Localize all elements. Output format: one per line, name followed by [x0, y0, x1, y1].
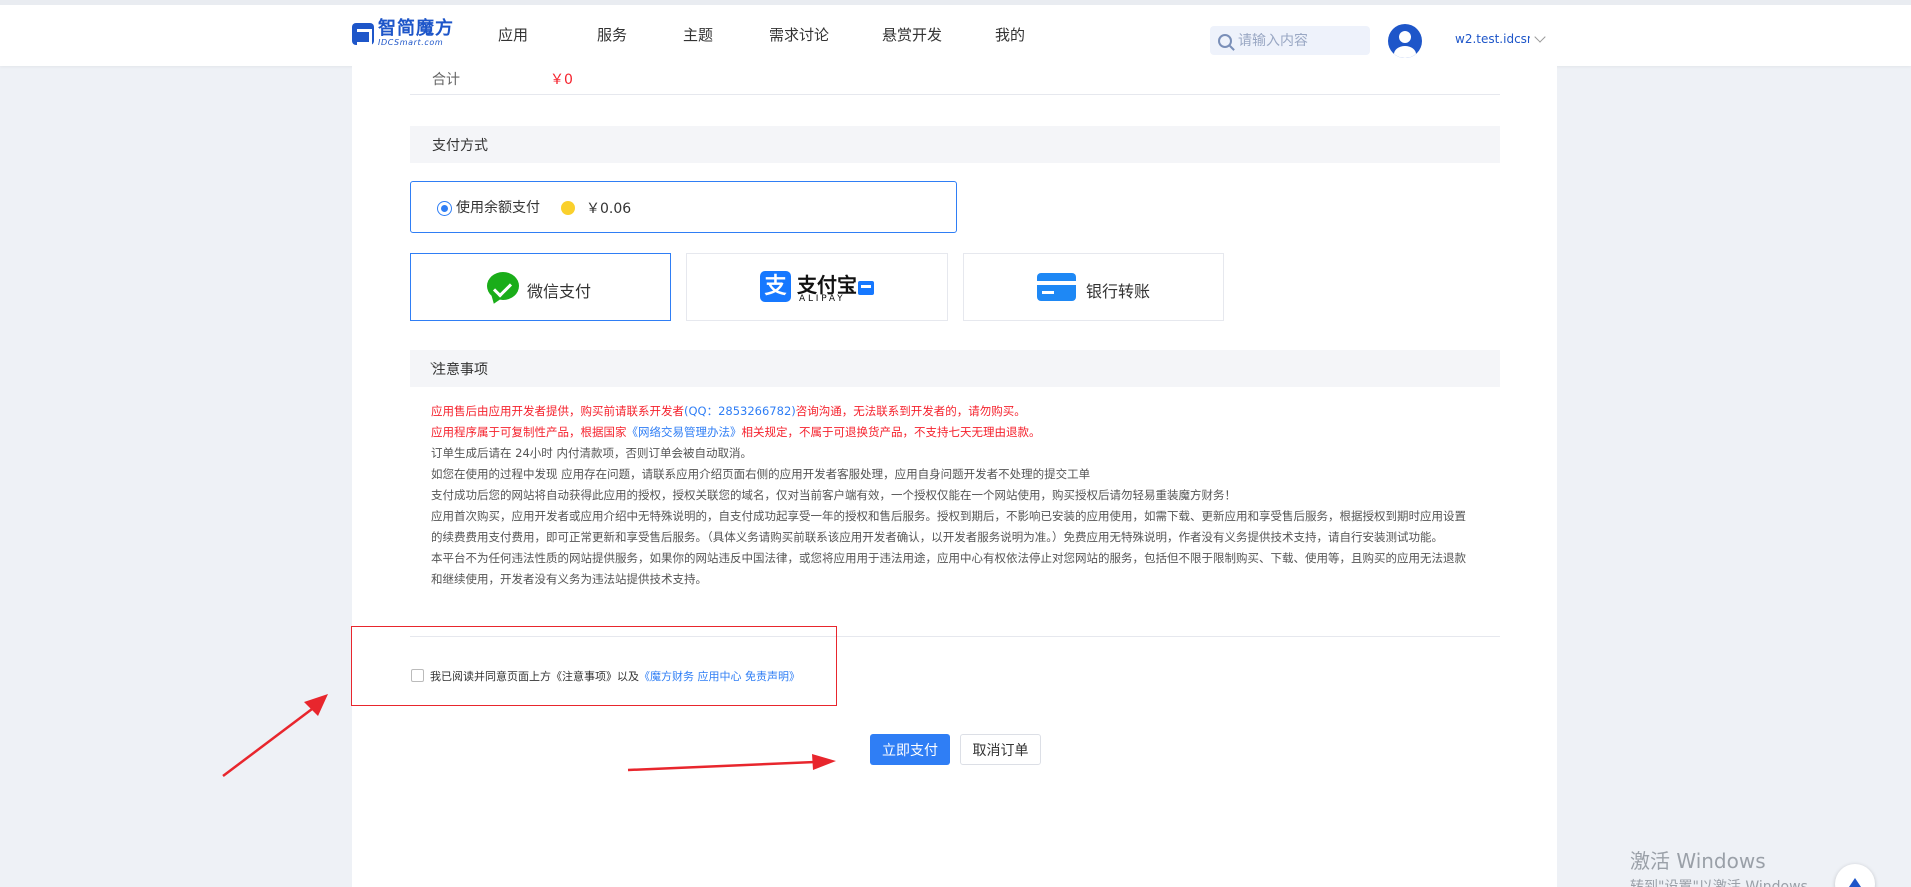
agreement-annotation-box: 我已阅读并同意页面上方《注意事项》以及《魔方财务 应用中心 免责声明》 [351, 626, 837, 706]
law-link[interactable]: 《网络交易管理办法》 [627, 425, 742, 439]
wechat-icon [487, 272, 519, 300]
balance-payment-option[interactable]: 使用余额支付 ￥0.06 [410, 181, 957, 233]
windows-watermark: 激活 Windows 转到"设置"以激活 Windows。 [1630, 845, 1822, 887]
nav-item-bounty[interactable]: 悬赏开发 [882, 24, 995, 45]
developer-qq: (QQ：2853266782) [684, 404, 796, 418]
chevron-down-icon[interactable] [1534, 31, 1546, 43]
nav-item-apps[interactable]: 应用 [498, 24, 597, 45]
total-value: ￥0 [550, 72, 573, 88]
nav-item-services[interactable]: 服务 [597, 24, 683, 45]
pay-now-button[interactable]: 立即支付 [870, 734, 950, 765]
avatar[interactable] [1388, 24, 1422, 58]
back-to-top-button[interactable] [1835, 864, 1875, 887]
wechat-pay-label: 微信支付 [527, 282, 592, 301]
notice-section-header[interactable]: 注意事项 [410, 350, 1500, 387]
wechat-pay-option[interactable]: 微信支付 [410, 253, 671, 321]
watermark-subtitle: 转到"设置"以激活 Windows。 [1630, 879, 1822, 887]
notice-line: 应用售后由应用开发者提供，购买前请联系开发者(QQ：2853266782)咨询沟… [431, 404, 1026, 418]
logo-text: 智简魔方 [378, 18, 454, 39]
notice-line: 本平台不为任何违法性质的网站提供服务，如果你的网站违反中国法律，或您将应用用于违… [431, 551, 1466, 586]
pc-badge-icon [858, 281, 874, 295]
search-icon[interactable] [1218, 33, 1232, 48]
notice-line: 应用程序属于可复制性产品，根据国家《网络交易管理办法》相关规定，不属于可退换货产… [431, 425, 1041, 439]
nav-item-mine[interactable]: 我的 [995, 24, 1055, 45]
payment-section-title: 支付方式 [432, 138, 488, 154]
notice-line: 订单生成后请在 24小时 内付清款项，否则订单会被自动取消。 [431, 446, 752, 460]
bank-transfer-label: 银行转账 [1086, 282, 1151, 301]
alipay-icon: 支 [760, 271, 791, 302]
alipay-option[interactable]: 支 支付宝 ALIPAY [686, 253, 948, 321]
agree-checkbox[interactable] [411, 669, 424, 682]
top-navbar: 智简魔方 IDCSmart.com 应用 服务 主题 需求讨论 悬赏开发 我的 … [0, 0, 1911, 66]
coin-icon [561, 201, 575, 215]
total-label: 合计 [432, 72, 460, 88]
search-box[interactable] [1210, 26, 1370, 55]
nav-item-discussion[interactable]: 需求讨论 [769, 24, 882, 45]
main-nav: 应用 服务 主题 需求讨论 悬赏开发 我的 [498, 24, 1055, 45]
payment-section-header: 支付方式 [410, 126, 1500, 163]
alipay-sublabel: ALIPAY [799, 294, 846, 304]
notice-line: 支付成功后您的网站将自动获得此应用的授权，授权关联您的域名，仅对当前客户端有效，… [431, 488, 1236, 502]
balance-amount: ￥0.06 [586, 201, 632, 217]
cancel-order-button[interactable]: 取消订单 [960, 734, 1041, 765]
logo-subtext: IDCSmart.com [378, 38, 444, 47]
logo[interactable]: 智简魔方 IDCSmart.com [352, 20, 454, 47]
bank-card-icon [1037, 273, 1076, 301]
nav-item-themes[interactable]: 主题 [683, 24, 769, 45]
watermark-title: 激活 Windows [1630, 849, 1766, 873]
balance-radio[interactable] [437, 201, 452, 216]
bank-transfer-option[interactable]: 银行转账 [963, 253, 1224, 321]
total-row: 合计 ￥0 [410, 66, 1500, 95]
agreement-text: 我已阅读并同意页面上方《注意事项》以及《魔方财务 应用中心 免责声明》 [430, 670, 800, 683]
balance-label[interactable]: 使用余额支付 [456, 197, 540, 217]
annotation-arrow [222, 694, 328, 777]
notice-content: 应用售后由应用开发者提供，购买前请联系开发者(QQ：2853266782)咨询沟… [431, 401, 1476, 590]
search-input[interactable] [1238, 32, 1358, 49]
disclaimer-link[interactable]: 《魔方财务 应用中心 免责声明》 [639, 670, 800, 683]
notice-line: 如您在使用的过程中发现 应用存在问题，请联系应用介绍页面右侧的应用开发者客服处理… [431, 467, 1091, 481]
username[interactable]: w2.test.idcsmart [1455, 32, 1530, 46]
logo-icon [352, 22, 374, 45]
notice-line: 应用首次购买，应用开发者或应用介绍中无特殊说明的，自支付成功起享受一年的授权和售… [431, 509, 1466, 544]
